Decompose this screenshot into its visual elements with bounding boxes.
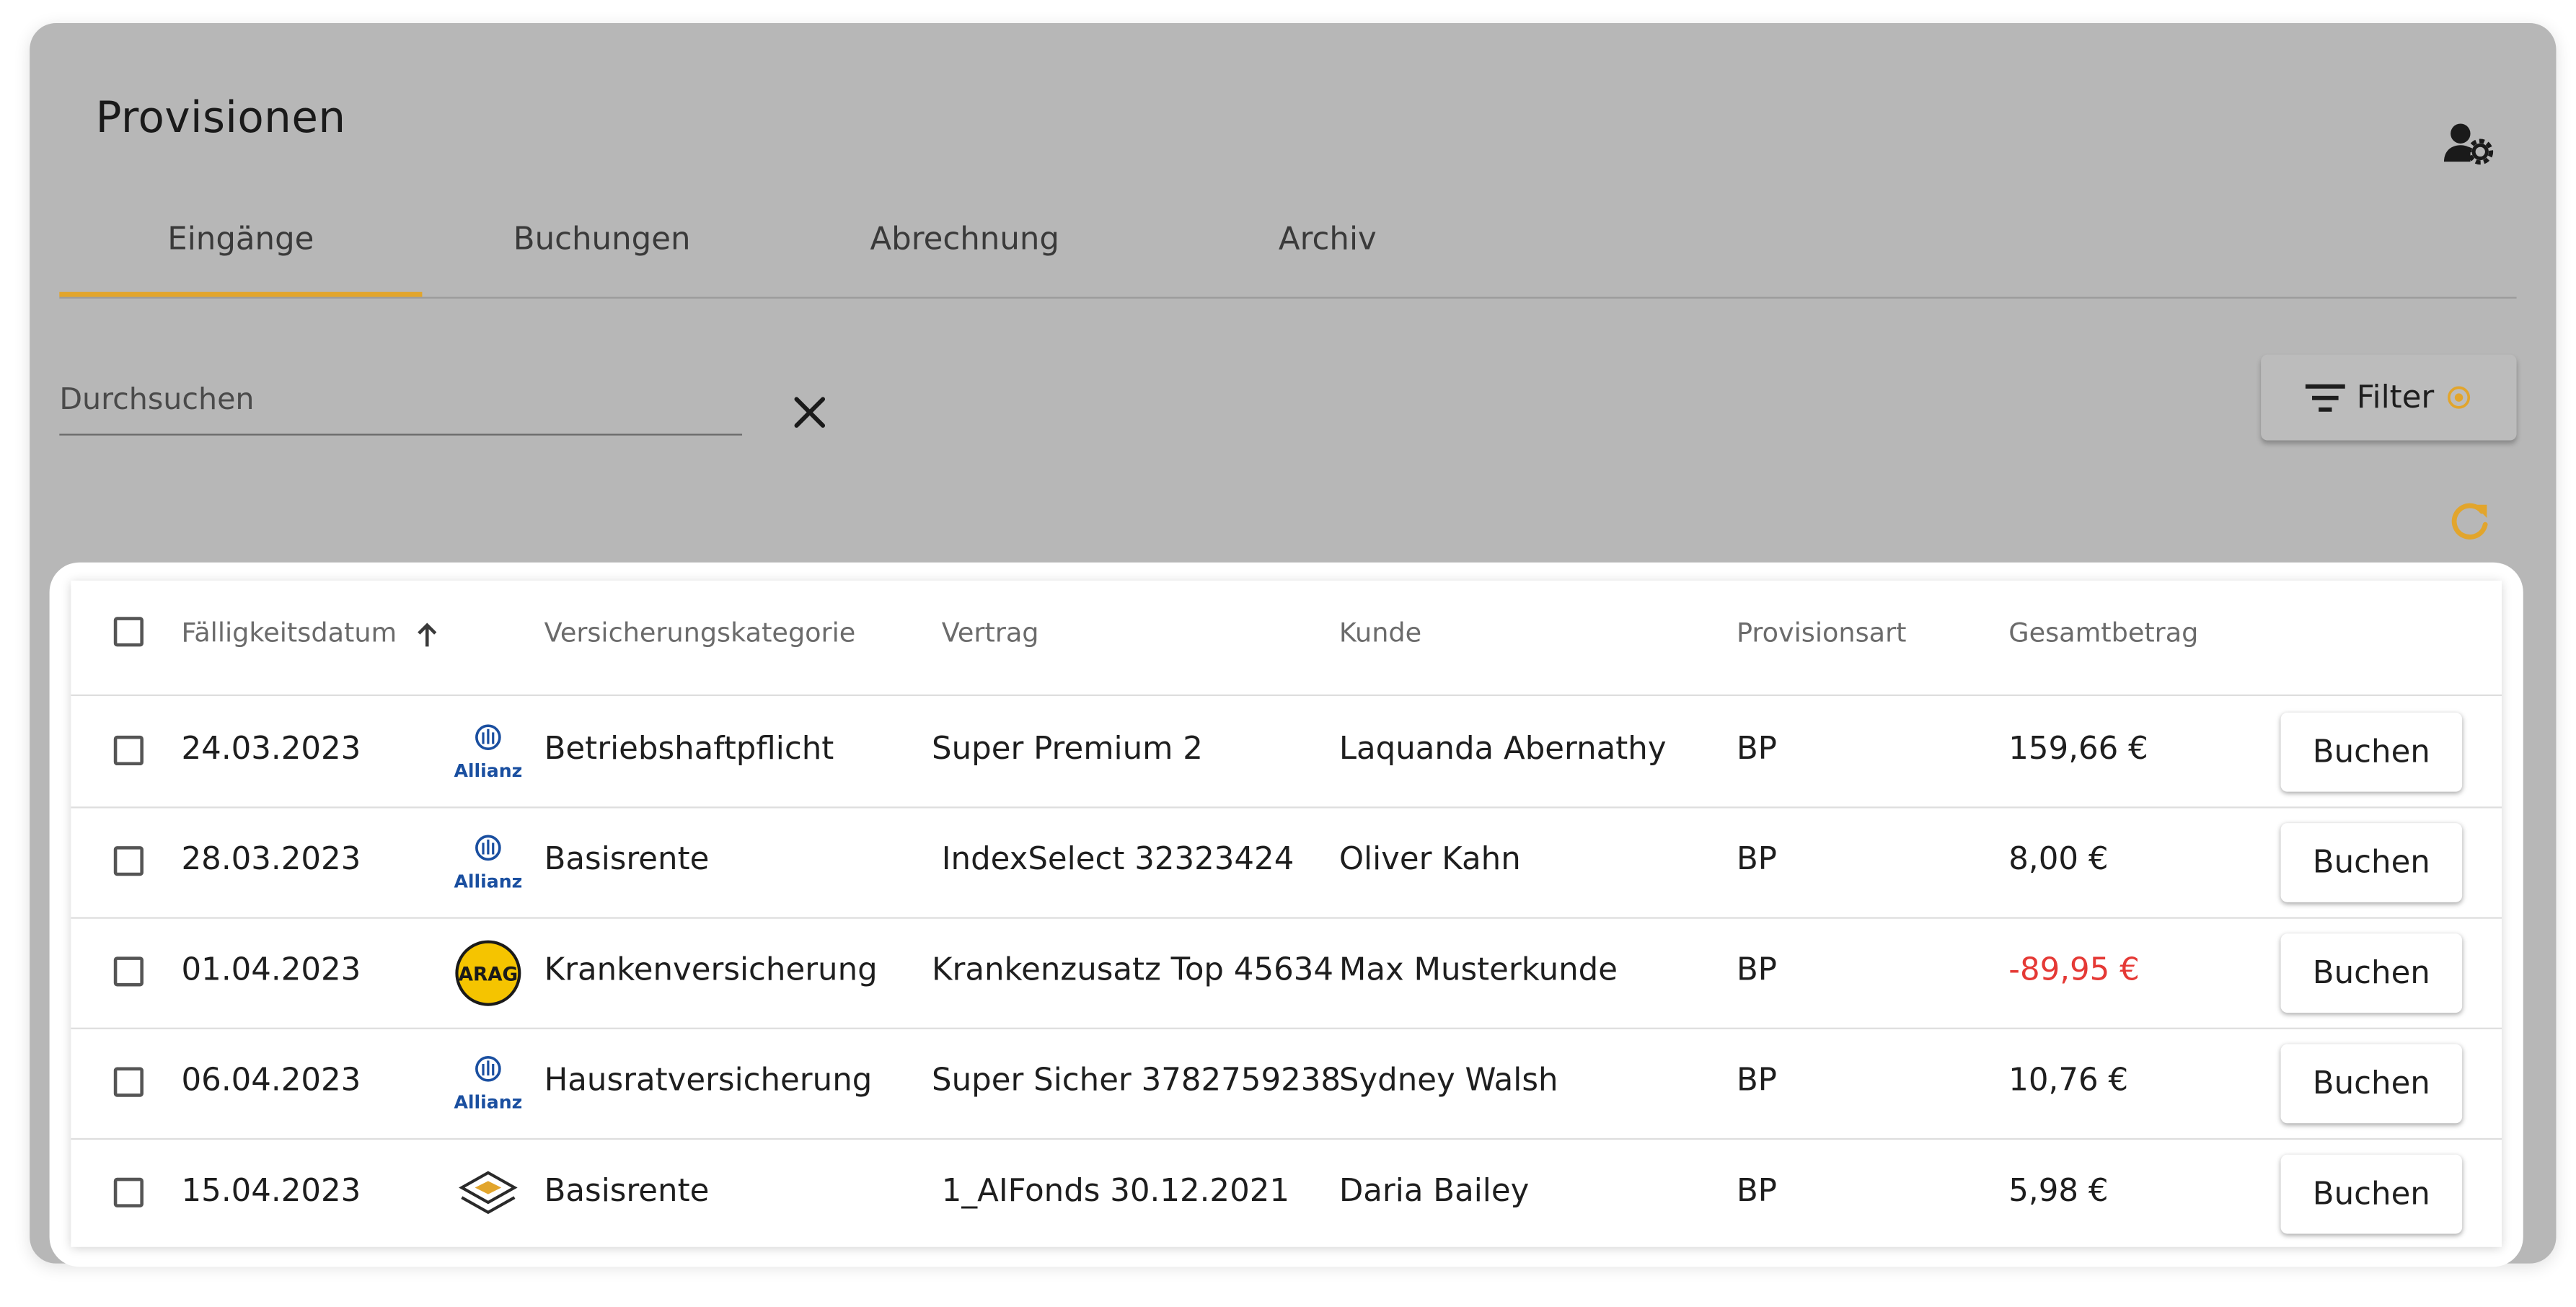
row-category: Basisrente [544,1172,710,1210]
column-header-date-label: Fälligkeitsdatum [181,617,397,648]
table-row: 15.04.2023 Basisrente 1_AIFonds 30.12.20… [71,1138,2502,1249]
tab-archiv[interactable]: Archiv [1146,221,1509,257]
layers-logo-icon [459,1171,518,1215]
row-contract: Krankenzusatz Top 45634 [932,951,1334,988]
row-customer: Laquanda Abernathy [1338,731,1667,767]
table-header: Fälligkeitsdatum Versicherungskategorie … [71,581,2502,697]
refresh-icon[interactable] [2448,498,2494,545]
tab-eingaenge[interactable]: Eingänge [59,221,422,257]
table-row: 01.04.2023 ARAG Krankenversicherung Kran… [71,917,2502,1029]
search-field [59,372,743,436]
row-date: 01.04.2023 [181,951,361,988]
radio-dot-icon [2448,386,2471,409]
column-header-customer[interactable]: Kunde [1339,617,1421,648]
tab-abrechnung[interactable]: Abrechnung [783,221,1146,257]
page-title: Provisionen [95,94,346,144]
row-type: BP [1736,1062,1777,1099]
row-amount: 10,76 € [2008,1062,2129,1099]
row-category: Hausratversicherung [544,1062,873,1099]
column-header-amount[interactable]: Gesamtbetrag [2008,617,2198,648]
row-customer: Max Musterkunde [1338,951,1618,988]
app-root: Provisionen Eingänge Buchungen Abrechnun… [0,0,2576,1303]
row-contract: IndexSelect 32323424 [941,841,1294,878]
row-type: BP [1736,841,1777,878]
row-checkbox[interactable] [113,846,144,876]
column-header-type[interactable]: Provisionsart [1737,617,1907,648]
row-category: Betriebshaftpflicht [544,731,834,767]
row-checkbox[interactable] [113,1067,144,1097]
row-type: BP [1736,951,1777,988]
row-contract: 1_AIFonds 30.12.2021 [941,1172,1290,1210]
arag-logo-icon: ARAG [455,940,521,1006]
book-button[interactable]: Buchen [2280,933,2463,1013]
allianz-logo-text: Allianz [454,1092,522,1113]
table-row: 24.03.2023 Allianz Betriebshaftpflicht S… [71,696,2502,809]
active-tab-indicator [59,291,423,297]
row-checkbox[interactable] [113,956,144,987]
filter-icon [2305,384,2345,412]
user-settings-icon[interactable] [2440,119,2497,172]
allianz-logo-text: Allianz [454,760,522,781]
row-category: Krankenversicherung [544,951,878,988]
tabs-divider [59,296,2517,299]
row-customer: Oliver Kahn [1338,841,1521,878]
select-all-checkbox[interactable] [113,617,144,647]
row-customer: Sydney Walsh [1338,1062,1558,1099]
allianz-logo-icon: Allianz [454,1055,522,1113]
row-contract: Super Sicher 3782759238 [932,1062,1341,1099]
row-type: BP [1736,1172,1777,1210]
row-customer: Daria Bailey [1338,1172,1530,1210]
row-type: BP [1736,731,1777,767]
column-header-contract[interactable]: Vertrag [942,617,1039,648]
row-amount: -89,95 € [2008,951,2140,988]
row-checkbox[interactable] [113,735,144,766]
allianz-logo-icon: Allianz [454,835,522,892]
row-amount: 159,66 € [2008,731,2148,767]
tab-buchungen[interactable]: Buchungen [420,221,783,257]
close-icon[interactable] [783,386,836,439]
table-row: 28.03.2023 Allianz Basisrente IndexSelec… [71,806,2502,919]
arrow-up-icon [417,622,436,646]
row-checkbox[interactable] [113,1177,144,1207]
filter-label: Filter [2356,379,2435,416]
row-date: 24.03.2023 [181,731,361,767]
table-row: 06.04.2023 Allianz Hausratversicherung S… [71,1028,2502,1140]
row-amount: 8,00 € [2008,841,2109,878]
row-category: Basisrente [544,841,710,878]
column-header-date[interactable]: Fälligkeitsdatum [182,617,438,648]
row-date: 15.04.2023 [181,1172,361,1210]
column-header-category[interactable]: Versicherungskategorie [544,617,856,648]
filter-button[interactable]: Filter [2261,354,2517,441]
allianz-logo-icon: Allianz [454,724,522,781]
row-contract: Super Premium 2 [932,731,1203,767]
arag-logo-text: ARAG [459,964,518,985]
row-amount: 5,98 € [2008,1172,2109,1210]
row-date: 06.04.2023 [181,1062,361,1099]
book-button[interactable]: Buchen [2280,1154,2463,1234]
search-input[interactable] [59,372,743,428]
book-button[interactable]: Buchen [2280,712,2463,792]
row-date: 28.03.2023 [181,841,361,878]
allianz-logo-text: Allianz [454,871,522,892]
book-button[interactable]: Buchen [2280,1044,2463,1124]
book-button[interactable]: Buchen [2280,823,2463,902]
